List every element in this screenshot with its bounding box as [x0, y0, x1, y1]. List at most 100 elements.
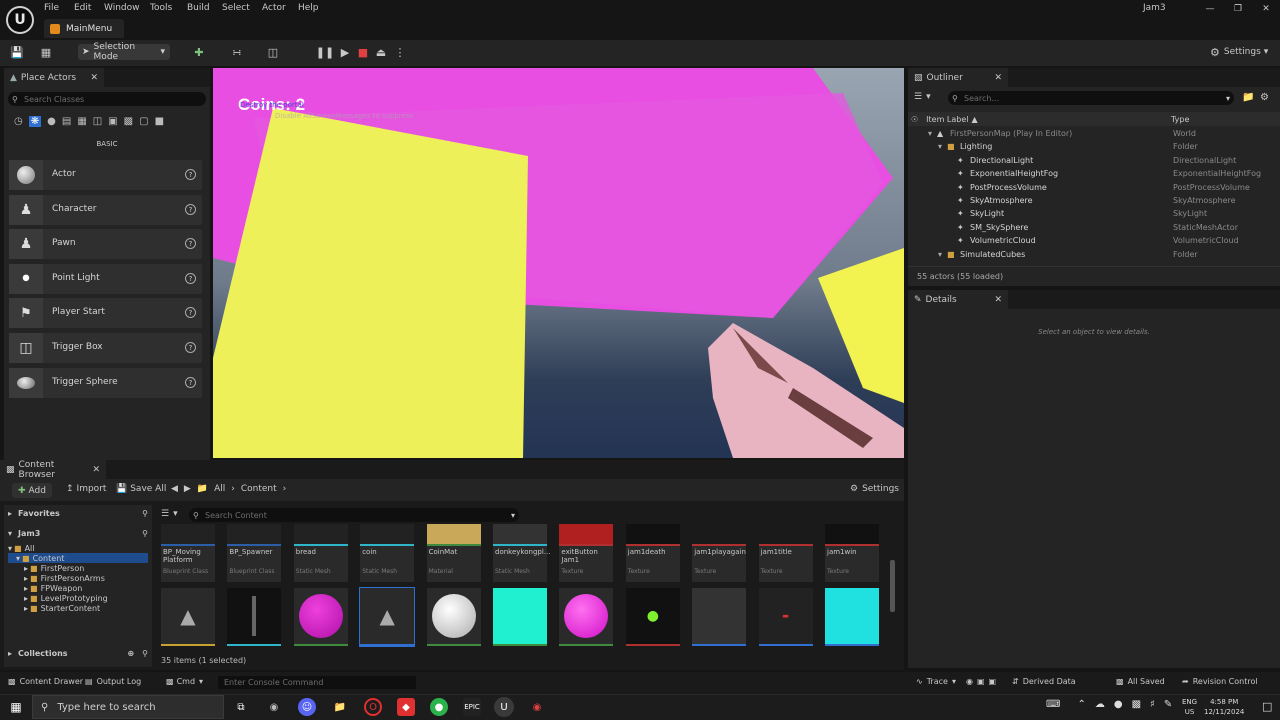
- output-log-button[interactable]: ▤ Output Log: [85, 677, 141, 686]
- forward-icon[interactable]: ▶: [184, 484, 191, 494]
- expand-chevron-icon[interactable]: ▾: [938, 142, 942, 151]
- add-button[interactable]: ✚ Add: [12, 483, 52, 498]
- outliner-filter[interactable]: ☰ ▾: [914, 92, 931, 102]
- all-classes-icon[interactable]: ▩: [124, 116, 133, 127]
- search-icon[interactable]: ⚲: [142, 529, 148, 538]
- expand-chevron-icon[interactable]: ▸: [24, 564, 28, 573]
- menu-edit[interactable]: Edit: [74, 3, 91, 15]
- chevron-up-icon[interactable]: ⌃: [1077, 699, 1085, 710]
- asset-scrollbar[interactable]: [890, 560, 895, 612]
- unreal-logo-icon[interactable]: U: [6, 6, 34, 34]
- cinematics-icon[interactable]: ◫: [266, 45, 280, 59]
- mesh-asset-thumbnail[interactable]: [227, 588, 282, 646]
- level-tab[interactable]: MainMenu: [44, 19, 124, 38]
- eject-icon[interactable]: ⏏: [374, 45, 388, 59]
- app-record-icon[interactable]: ◉: [528, 698, 546, 716]
- task-view-icon[interactable]: ⧉: [232, 698, 250, 716]
- console-input[interactable]: Enter Console Command: [218, 676, 416, 689]
- pen-icon[interactable]: ✎: [1164, 699, 1172, 710]
- outliner-row[interactable]: ▾ ■ SimulatedCubes Folder: [908, 250, 1268, 263]
- folder-tree-item[interactable]: ▸ ■ FirstPerson: [8, 563, 148, 573]
- keyboard-icon[interactable]: ⌨: [1046, 699, 1060, 710]
- menu-build[interactable]: Build: [187, 3, 210, 15]
- record-icon[interactable]: ◉: [966, 677, 973, 686]
- stop-icon[interactable]: ■: [356, 45, 370, 59]
- file-explorer-icon[interactable]: 📁: [331, 698, 349, 716]
- widget-thumbnail[interactable]: [825, 588, 879, 646]
- outliner-row[interactable]: ▾ ▲ FirstPersonMap (Play In Editor) World: [908, 129, 1268, 142]
- outliner-row[interactable]: ✦ VolumetricCloud VolumetricCloud: [908, 236, 1268, 249]
- mic-icon[interactable]: ●: [1114, 699, 1123, 710]
- outliner-row[interactable]: ✦ SkyAtmosphere SkyAtmosphere: [908, 196, 1268, 209]
- pause-icon[interactable]: ❚❚: [316, 45, 334, 59]
- content-icon[interactable]: ▦: [39, 45, 53, 59]
- folder-tree-item[interactable]: ▸ ■ FirstPersonArms: [8, 573, 148, 583]
- widget-thumbnail[interactable]: ▬: [758, 588, 813, 646]
- asset-tile[interactable]: jam1playagain Texture: [692, 524, 747, 582]
- close-tab-icon[interactable]: ✕: [994, 295, 1002, 305]
- help-icon[interactable]: ?: [185, 238, 196, 249]
- asset-tile[interactable]: BP_Moving Platform Blueprint Class: [161, 524, 215, 582]
- add-folder-icon[interactable]: 📁: [1242, 92, 1254, 103]
- outliner-row[interactable]: ✦ PostProcessVolume PostProcessVolume: [908, 183, 1268, 196]
- content-settings-button[interactable]: ⚙ Settings: [850, 484, 899, 494]
- column-type[interactable]: Type: [1171, 115, 1189, 124]
- outliner-row[interactable]: ✦ DirectionalLight DirectionalLight: [908, 156, 1268, 169]
- all-saved-button[interactable]: ▩ All Saved: [1116, 677, 1165, 686]
- asset-tile[interactable]: jam1win Texture: [825, 524, 879, 582]
- minimize-icon[interactable]: —: [1202, 3, 1218, 15]
- outliner-row[interactable]: ▾ ■ Lighting Folder: [908, 142, 1268, 155]
- breadcrumb-all[interactable]: All: [214, 484, 225, 494]
- outliner-row[interactable]: ✦ SkyLight SkyLight: [908, 209, 1268, 222]
- help-icon[interactable]: ?: [185, 169, 196, 180]
- help-icon[interactable]: ?: [185, 204, 196, 215]
- visibility-icon[interactable]: ☉: [911, 115, 918, 124]
- outliner-tab[interactable]: ▧ Outliner ✕: [908, 68, 1008, 87]
- language-indicator[interactable]: ENG US: [1182, 697, 1197, 717]
- blueprint-icon[interactable]: ∺: [230, 45, 244, 59]
- basic-icon[interactable]: ❋: [28, 116, 42, 127]
- add-collection-icon[interactable]: ⊕: [127, 649, 134, 658]
- help-icon[interactable]: ?: [185, 307, 196, 318]
- other-icon[interactable]: ■: [155, 116, 164, 127]
- project-header[interactable]: ▾ Jam3 ⚲: [8, 529, 148, 538]
- save-icon[interactable]: 💾: [10, 45, 24, 59]
- app-icon[interactable]: ◉: [265, 698, 283, 716]
- line-icon[interactable]: ●: [430, 698, 448, 716]
- folder-tree-item[interactable]: ▾ ■ Content: [8, 553, 148, 563]
- actor-item-pawn[interactable]: ♟ Pawn ?: [9, 229, 202, 259]
- help-icon[interactable]: ?: [185, 342, 196, 353]
- asset-tile[interactable]: coin Static Mesh: [360, 524, 415, 582]
- actor-item-actor[interactable]: Actor ?: [9, 160, 202, 190]
- recent-icon[interactable]: ◷: [14, 116, 23, 127]
- actor-item-point-light[interactable]: ⚫ Point Light ?: [9, 264, 202, 294]
- level-viewport[interactable]: Coins: 2 Destroy the portal Disable AllS…: [213, 68, 904, 458]
- folder-tree-item[interactable]: ▸ ■ StarterContent: [8, 603, 148, 613]
- expand-chevron-icon[interactable]: ▸: [24, 574, 28, 583]
- material-thumbnail[interactable]: [493, 588, 547, 646]
- search-icon[interactable]: ⚲: [142, 649, 148, 658]
- folder-tree-item[interactable]: ▸ ■ LevelPrototyping: [8, 593, 148, 603]
- details-tab[interactable]: ✎ Details ✕: [908, 290, 1008, 309]
- unreal-engine-taskbar-icon[interactable]: U: [494, 697, 514, 717]
- asset-tile[interactable]: jam1death Texture: [625, 524, 680, 582]
- cmd-dropdown[interactable]: ▩ Cmd ▾: [166, 677, 203, 686]
- volumes-icon[interactable]: ▣: [108, 116, 117, 127]
- lights-icon[interactable]: ●: [47, 116, 56, 127]
- screenshot-icon[interactable]: ▣: [977, 677, 985, 686]
- outliner-row[interactable]: ✦ SM_SkySphere StaticMeshActor: [908, 223, 1268, 236]
- close-tab-icon[interactable]: ✕: [994, 73, 1002, 83]
- expand-chevron-icon[interactable]: ▾: [8, 544, 12, 553]
- content-filter[interactable]: ☰ ▾: [161, 509, 178, 519]
- expand-chevron-icon[interactable]: ▾: [938, 250, 942, 259]
- asset-tile[interactable]: donkeykongpl... Static Mesh: [493, 524, 550, 582]
- menu-tools[interactable]: Tools: [150, 3, 172, 15]
- favorites-header[interactable]: ▸ Favorites ⚲: [8, 509, 148, 518]
- search-icon[interactable]: ⚲: [142, 509, 148, 518]
- derived-data-button[interactable]: ⇵ Derived Data: [1012, 677, 1076, 686]
- outliner-search-input[interactable]: ⚲ Search... ▾: [948, 91, 1234, 105]
- maximize-icon[interactable]: ❐: [1230, 3, 1246, 15]
- more-options-icon[interactable]: ⋮: [393, 45, 407, 59]
- notifications-icon[interactable]: □: [1262, 700, 1272, 713]
- close-tab-icon[interactable]: ✕: [92, 465, 100, 475]
